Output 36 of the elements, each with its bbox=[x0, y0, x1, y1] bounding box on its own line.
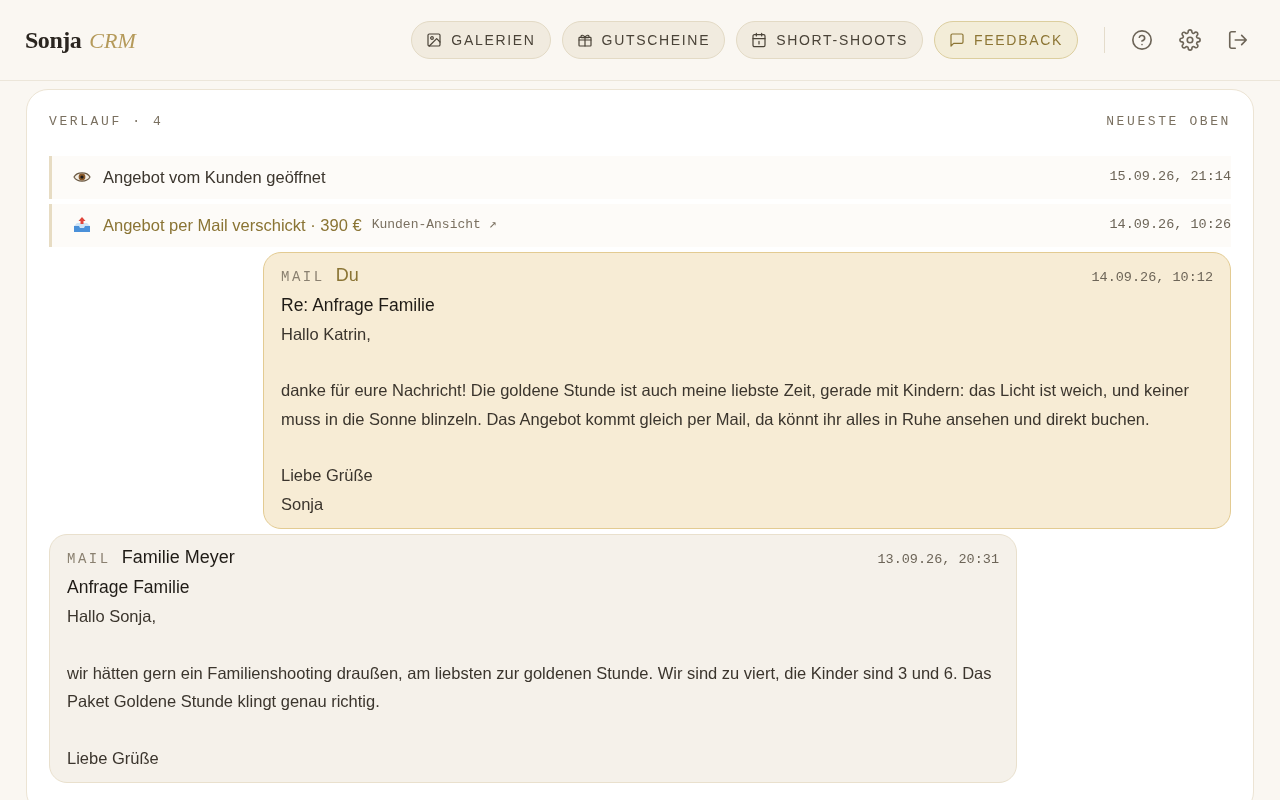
image-icon bbox=[426, 32, 443, 48]
eye-icon bbox=[73, 170, 91, 184]
customer-view-link[interactable]: Kunden-Ansicht ↗ bbox=[371, 215, 497, 235]
sort-label: NEUESTE OBEN bbox=[1106, 113, 1231, 131]
mail-paragraph: Liebe Grüße bbox=[67, 747, 160, 769]
logo-name: Sonja bbox=[25, 26, 82, 55]
mail-paragraph: Hallo Katrin, bbox=[281, 323, 372, 345]
mail-time: 13.09.26, 20:31 bbox=[877, 551, 999, 569]
mail-sender: Familie Meyer bbox=[121, 546, 235, 569]
event-time: 14.09.26, 10:26 bbox=[1109, 215, 1231, 234]
logout-icon[interactable] bbox=[1227, 29, 1249, 51]
mail-sender: Du bbox=[335, 263, 359, 287]
mail-paragraph: wir hätten gern ein Familienshooting draußen, am liebsten zur goldenen Stunde. Wir sind zu viert, die Kinder sind 3 und 6. Das Paket Goldene Stunde klingt genau richtig. bbox=[67, 662, 993, 712]
mail-subject: Anfrage Familie bbox=[67, 576, 191, 599]
mail-tag: MAIL bbox=[67, 549, 111, 570]
mail-paragraph: Liebe Grüße Sonja bbox=[281, 465, 374, 515]
nav-button[interactable]: GUTSCHEINE bbox=[561, 21, 726, 59]
event-text: Angebot vom Kunden geöffnet bbox=[103, 166, 326, 188]
mail-paragraph: Hallo Sonja, bbox=[67, 606, 157, 627]
outbox-icon bbox=[73, 217, 91, 233]
help-icon[interactable] bbox=[1131, 29, 1153, 51]
mail-tag: MAIL bbox=[281, 266, 325, 288]
event-text: Angebot per Mail verschickt · 390 € bbox=[103, 214, 362, 236]
mail-time: 14.09.26, 10:12 bbox=[1091, 268, 1213, 287]
nav-button[interactable]: SHORT-SHOOTS bbox=[736, 21, 924, 59]
settings-icon[interactable] bbox=[1179, 29, 1201, 51]
logo-suffix: CRM bbox=[89, 27, 136, 55]
gift-icon bbox=[576, 32, 593, 48]
nav-button[interactable]: FEEDBACK bbox=[934, 21, 1078, 59]
mail-paragraph: danke für eure Nachricht! Die goldene Stunde ist auch meine liebste Zeit, gerade mit Kindern: das Licht ist weich, und keiner muss in die Sonne blinzeln. Das Angebot kommt gleich per Mail, da könnt ihr alles in Ruhe ansehen und direkt buchen. bbox=[281, 380, 1190, 430]
mail-subject: Re: Anfrage Familie bbox=[281, 293, 436, 317]
calendar-icon bbox=[751, 32, 768, 48]
event-time: 15.09.26, 21:14 bbox=[1109, 167, 1231, 186]
nav-button[interactable]: GALERIEN bbox=[411, 21, 551, 59]
speech-bubble-icon bbox=[949, 32, 966, 48]
history-title: VERLAUF · 4 bbox=[49, 113, 164, 131]
